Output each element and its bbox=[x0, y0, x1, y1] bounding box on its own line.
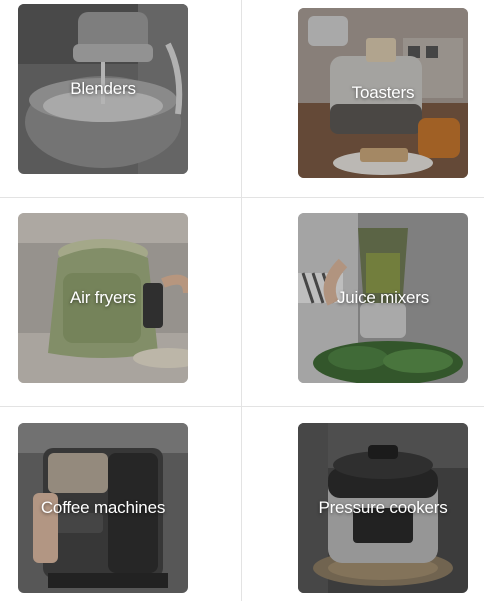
category-label: Toasters bbox=[351, 83, 415, 102]
category-tile-pressure-cookers[interactable]: Pressure cookers bbox=[298, 423, 468, 593]
column-divider bbox=[241, 0, 242, 601]
category-label: Air fryers bbox=[69, 288, 136, 307]
category-tile-blenders[interactable]: Blenders bbox=[18, 4, 188, 174]
row-divider bbox=[0, 406, 484, 407]
category-tile-juice-mixers[interactable]: Juice mixers bbox=[298, 213, 468, 383]
category-label: Juice mixers bbox=[336, 288, 430, 307]
category-tile-toasters[interactable]: Toasters bbox=[298, 8, 468, 178]
category-label: Pressure cookers bbox=[318, 498, 448, 517]
category-label: Coffee machines bbox=[40, 498, 166, 517]
category-label: Blenders bbox=[70, 79, 136, 98]
category-tile-coffee-machines[interactable]: Coffee machines bbox=[18, 423, 188, 593]
row-divider bbox=[0, 197, 484, 198]
category-tile-air-fryers[interactable]: Air fryers bbox=[18, 213, 188, 383]
category-grid: Blenders Toasters Air fryers Juice mixer… bbox=[0, 0, 484, 601]
